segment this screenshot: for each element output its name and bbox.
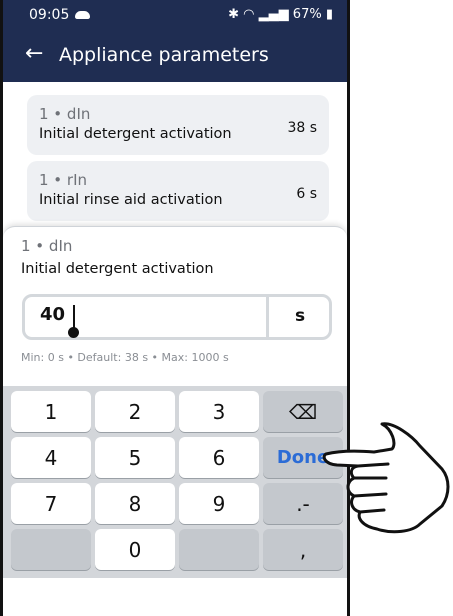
- parameter-code: 1 • rIn: [39, 171, 88, 189]
- empty-key: [11, 529, 91, 570]
- backspace-icon: ⌫: [288, 399, 318, 424]
- unit-label: s: [295, 306, 306, 326]
- wifi-icon: ◠: [243, 7, 255, 22]
- bluetooth-icon: ✱: [228, 7, 240, 22]
- numeric-keypad: 1 2 3 ⌫ 4 5 6 Done 7 8 9 .- 0 ,: [3, 386, 347, 578]
- parameter-name: Initial rinse aid activation: [39, 192, 223, 208]
- battery-percent: 67%: [292, 7, 322, 22]
- range-hint: Min: 0 s • Default: 38 s • Max: 1000 s: [21, 351, 229, 364]
- editor-parameter-name: Initial detergent activation: [21, 261, 214, 277]
- key-1[interactable]: 1: [11, 391, 91, 432]
- page-title: Appliance parameters: [59, 44, 269, 66]
- cursor-handle[interactable]: [68, 327, 79, 338]
- key-4[interactable]: 4: [11, 437, 91, 478]
- parameter-value: 6 s: [296, 186, 317, 202]
- value-input-text[interactable]: 40: [40, 304, 65, 325]
- status-bar: 09:05 ✱ ◠ ▂▄▆ 67% ▮: [3, 0, 347, 30]
- key-3[interactable]: 3: [179, 391, 259, 432]
- key-6[interactable]: 6: [179, 437, 259, 478]
- battery-icon: ▮: [325, 7, 333, 22]
- status-icons: ✱ ◠ ▂▄▆ 67% ▮: [228, 7, 333, 22]
- parameter-card[interactable]: 1 • rIn Initial rinse aid activation 6 s: [27, 161, 329, 221]
- parameter-name: Initial detergent activation: [39, 126, 232, 142]
- key-0[interactable]: 0: [95, 529, 175, 570]
- parameter-card[interactable]: 1 • dIn Initial detergent activation 38 …: [27, 95, 329, 155]
- key-9[interactable]: 9: [179, 483, 259, 524]
- editor-parameter-code: 1 • dIn: [21, 237, 73, 255]
- key-5[interactable]: 5: [95, 437, 175, 478]
- parameter-code: 1 • dIn: [39, 105, 91, 123]
- text-cursor: [73, 305, 75, 329]
- value-input[interactable]: 40 s: [22, 294, 332, 340]
- pointing-hand-icon: [322, 422, 450, 534]
- phone-screen: 09:05 ✱ ◠ ▂▄▆ 67% ▮ ← Appliance paramete…: [0, 0, 350, 616]
- app-bar: ← Appliance parameters: [3, 30, 347, 82]
- signal-icon: ▂▄▆: [258, 7, 289, 22]
- status-time: 09:05: [29, 7, 70, 23]
- key-7[interactable]: 7: [11, 483, 91, 524]
- unit-divider: [266, 297, 269, 337]
- key-8[interactable]: 8: [95, 483, 175, 524]
- arrow-left-icon[interactable]: ←: [25, 41, 43, 66]
- cloud-icon: [75, 11, 90, 19]
- key-2[interactable]: 2: [95, 391, 175, 432]
- empty-key: [179, 529, 259, 570]
- parameter-value: 38 s: [287, 120, 317, 136]
